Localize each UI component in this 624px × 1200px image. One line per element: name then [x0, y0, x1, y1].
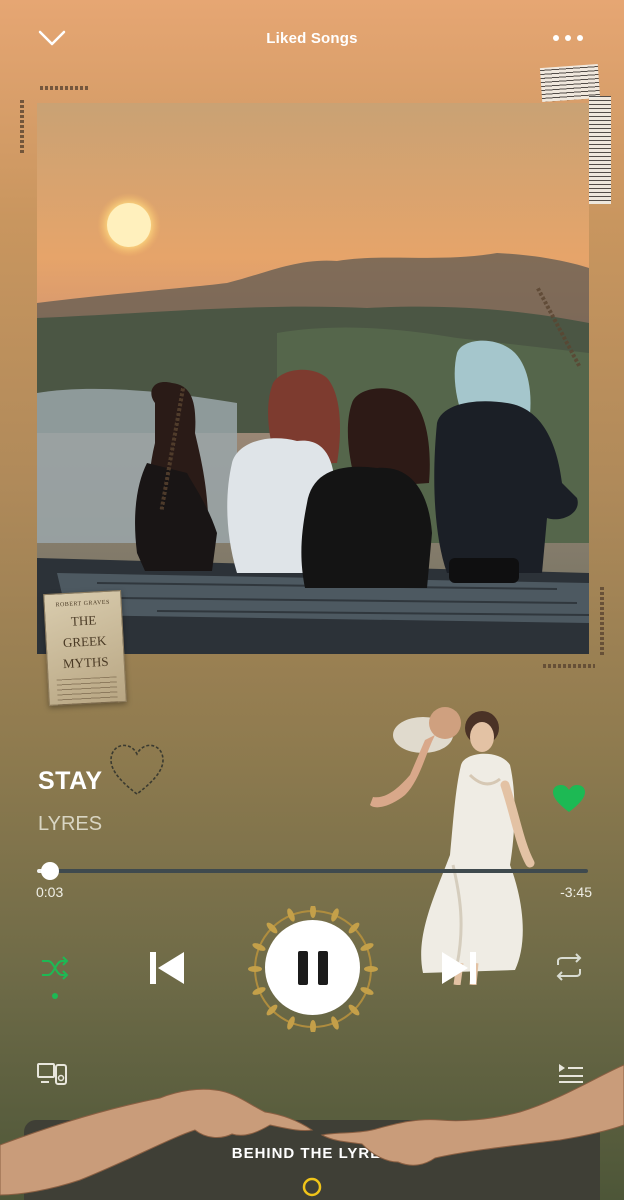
decorative-scribble [543, 664, 595, 668]
decorative-scribble [40, 86, 90, 90]
newspaper-scrap [589, 96, 611, 204]
pause-icon [298, 951, 328, 985]
book-title-line: GREEK [62, 632, 107, 651]
shuffle-active-dot [52, 993, 58, 999]
book-cover-sticker: ROBERT GRAVES THE GREEK MYTHS [43, 590, 127, 706]
repeat-icon[interactable] [552, 953, 586, 981]
book-title-line: THE [70, 612, 97, 629]
next-track-icon[interactable] [440, 950, 478, 986]
track-title: STAY [38, 767, 103, 795]
book-title-line: MYTHS [62, 653, 109, 672]
album-art [37, 103, 589, 654]
more-dots-icon[interactable] [552, 33, 584, 43]
decorative-scribble [600, 585, 604, 655]
creation-hands-sticker [0, 1064, 624, 1196]
previous-track-icon[interactable] [148, 950, 186, 986]
remaining-time: -3:45 [560, 884, 592, 900]
progress-bar[interactable] [37, 862, 588, 880]
progress-knob[interactable] [41, 862, 60, 880]
shuffle-icon[interactable] [40, 955, 70, 981]
book-blurb [56, 676, 118, 706]
play-pause-button[interactable] [265, 920, 360, 1015]
track-artist[interactable]: LYRES [38, 813, 102, 836]
page-title: Liked Songs [266, 30, 358, 47]
angel-statue-sticker [370, 707, 535, 985]
heart-doodle-icon [110, 744, 164, 796]
heart-like-icon[interactable] [553, 785, 585, 813]
decorative-scribble [20, 98, 24, 153]
book-author: ROBERT GRAVES [55, 599, 111, 609]
elapsed-time: 0:03 [36, 884, 64, 900]
